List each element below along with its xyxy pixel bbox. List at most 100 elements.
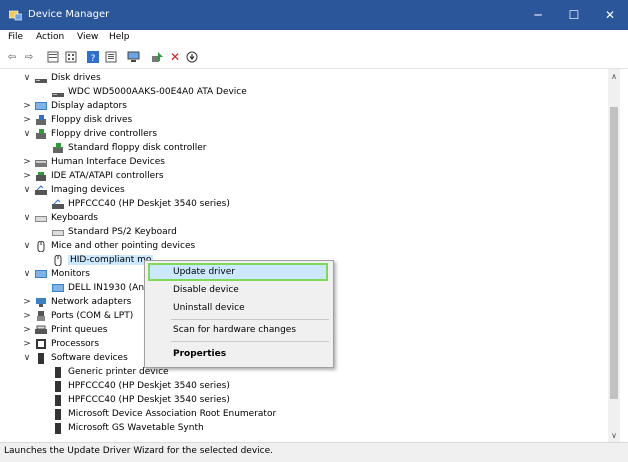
tree-item-hid-mouse[interactable]: HID-compliant mo bbox=[52, 253, 154, 267]
expand-chevron-icon[interactable]: > bbox=[22, 101, 32, 111]
imaging-device-icon bbox=[35, 184, 47, 195]
tree-item-floppy-disk-drives[interactable]: > Floppy disk drives bbox=[22, 113, 132, 127]
device-manager-icon bbox=[9, 10, 22, 21]
tree-item-wdc-disk[interactable]: WDC WD5000AAKS-00E4A0 ATA Device bbox=[52, 85, 247, 99]
keyboard-icon bbox=[52, 229, 64, 236]
tree-item-print-queues[interactable]: > Print queues bbox=[22, 323, 107, 337]
collapse-chevron-icon[interactable]: ∨ bbox=[22, 185, 32, 195]
tree-item-ms-gs-wavetable[interactable]: Microsoft GS Wavetable Synth bbox=[52, 421, 204, 435]
disk-drive-icon bbox=[52, 92, 64, 97]
collapse-chevron-icon[interactable]: ∨ bbox=[22, 129, 32, 139]
tree-item-floppy-controllers[interactable]: ∨ Floppy drive controllers bbox=[22, 127, 157, 141]
expand-chevron-icon[interactable]: > bbox=[22, 311, 32, 321]
remove-icon[interactable]: ✕ bbox=[168, 50, 182, 64]
context-menu: Update driver Disable device Uninstall d… bbox=[144, 260, 334, 368]
back-arrow-icon[interactable]: ⇦ bbox=[5, 50, 19, 64]
processor-icon bbox=[36, 338, 46, 349]
tree-item-mice[interactable]: ∨ Mice and other pointing devices bbox=[22, 239, 195, 253]
list-view-icon[interactable] bbox=[104, 50, 118, 64]
collapse-chevron-icon[interactable]: ∨ bbox=[22, 213, 32, 223]
vertical-scrollbar[interactable]: ∧ ∨ bbox=[608, 69, 620, 442]
monitor-icon bbox=[52, 283, 64, 292]
tree-item-ms-device-association[interactable]: Microsoft Device Association Root Enumer… bbox=[52, 407, 276, 421]
tree-item-monitors[interactable]: ∨ Monitors bbox=[22, 267, 90, 281]
maximize-button[interactable]: ☐ bbox=[556, 0, 592, 30]
software-device-icon bbox=[55, 380, 61, 392]
tree-item-ps2-keyboard[interactable]: Standard PS/2 Keyboard bbox=[52, 225, 177, 239]
tree-item-hid[interactable]: > Human Interface Devices bbox=[22, 155, 165, 169]
menu-view[interactable]: View bbox=[77, 32, 98, 42]
menu-item-update-driver[interactable]: Update driver bbox=[145, 263, 333, 281]
tree-item-ports[interactable]: > Ports (COM & LPT) bbox=[22, 309, 133, 323]
menu-action[interactable]: Action bbox=[36, 32, 64, 42]
download-icon[interactable] bbox=[185, 50, 199, 64]
monitor-icon bbox=[35, 269, 47, 278]
keyboard-icon bbox=[35, 215, 47, 222]
grid-view-icon[interactable] bbox=[64, 50, 78, 64]
tree-item-ide-controllers[interactable]: > IDE ATA/ATAPI controllers bbox=[22, 169, 163, 183]
floppy-controller-icon bbox=[53, 142, 63, 153]
tree-item-imaging-devices[interactable]: ∨ Imaging devices bbox=[22, 183, 125, 197]
collapse-chevron-icon[interactable]: ∨ bbox=[22, 353, 32, 363]
toolbar: ⇦ ⇨ ? ✕ bbox=[0, 46, 628, 69]
collapse-chevron-icon[interactable]: ∨ bbox=[22, 269, 32, 279]
menu-separator bbox=[171, 341, 329, 342]
tree-item-network-adapters[interactable]: > Network adapters bbox=[22, 295, 131, 309]
menu-help[interactable]: Help bbox=[109, 32, 130, 42]
scroll-up-icon[interactable]: ∧ bbox=[608, 69, 620, 83]
expand-chevron-icon[interactable]: > bbox=[22, 171, 32, 181]
tree-item-software-devices[interactable]: ∨ Software devices bbox=[22, 351, 128, 365]
status-text: Launches the Update Driver Wizard for th… bbox=[4, 446, 274, 456]
window-title: Device Manager bbox=[28, 9, 110, 20]
ide-controller-icon bbox=[36, 171, 46, 181]
network-adapter-icon bbox=[36, 297, 46, 307]
tree-item-processors[interactable]: > Processors bbox=[22, 337, 99, 351]
svg-text:?: ? bbox=[91, 54, 96, 63]
device-tree: ∨ Disk drives WDC WD5000AAKS-00E4A0 ATA D… bbox=[0, 69, 608, 442]
status-bar: Launches the Update Driver Wizard for th… bbox=[0, 442, 628, 462]
tree-item-hpfccc40-software-2[interactable]: HPFCCC40 (HP Deskjet 3540 series) bbox=[52, 393, 230, 407]
collapse-chevron-icon[interactable]: ∨ bbox=[22, 73, 32, 83]
software-device-icon bbox=[55, 366, 61, 378]
tree-item-keyboards[interactable]: ∨ Keyboards bbox=[22, 211, 98, 225]
menu-file[interactable]: File bbox=[8, 32, 23, 42]
title-bar: Device Manager ─ ☐ ✕ bbox=[0, 0, 628, 30]
help-icon[interactable]: ? bbox=[86, 50, 100, 64]
menu-bar: File Action View Help bbox=[0, 30, 628, 46]
computer-icon[interactable] bbox=[126, 50, 140, 64]
forward-arrow-icon[interactable]: ⇨ bbox=[22, 50, 36, 64]
menu-item-uninstall-device[interactable]: Uninstall device bbox=[145, 299, 333, 317]
printer-icon bbox=[35, 325, 47, 334]
tree-item-hpfccc40-imaging[interactable]: HPFCCC40 (HP Deskjet 3540 series) bbox=[52, 197, 230, 211]
add-driver-icon[interactable] bbox=[151, 50, 165, 64]
scroll-down-icon[interactable]: ∨ bbox=[608, 428, 620, 442]
expand-chevron-icon[interactable]: > bbox=[22, 157, 32, 167]
port-icon bbox=[37, 310, 45, 321]
software-device-icon bbox=[55, 408, 61, 420]
expand-chevron-icon[interactable]: > bbox=[22, 297, 32, 307]
display-adaptor-icon bbox=[35, 101, 47, 110]
menu-item-scan-hardware[interactable]: Scan for hardware changes bbox=[145, 321, 333, 339]
menu-item-disable-device[interactable]: Disable device bbox=[145, 281, 333, 299]
disk-drive-icon bbox=[35, 78, 47, 83]
expand-chevron-icon[interactable]: > bbox=[22, 115, 32, 125]
menu-separator bbox=[171, 319, 329, 320]
floppy-drive-icon bbox=[36, 114, 46, 125]
close-button[interactable]: ✕ bbox=[592, 0, 628, 30]
tree-item-dell-monitor[interactable]: DELL IN1930 (Anal bbox=[52, 281, 152, 295]
software-device-icon bbox=[38, 352, 44, 364]
mouse-icon bbox=[37, 240, 45, 252]
floppy-controller-icon bbox=[36, 128, 46, 139]
properties-icon[interactable] bbox=[46, 50, 60, 64]
scrollbar-thumb[interactable] bbox=[610, 107, 618, 399]
software-device-icon bbox=[55, 422, 61, 434]
expand-chevron-icon[interactable]: > bbox=[22, 325, 32, 335]
minimize-button[interactable]: ─ bbox=[520, 0, 556, 30]
tree-item-standard-floppy-controller[interactable]: Standard floppy disk controller bbox=[52, 141, 207, 155]
tree-item-hpfccc40-software-1[interactable]: HPFCCC40 (HP Deskjet 3540 series) bbox=[52, 379, 230, 393]
expand-chevron-icon[interactable]: > bbox=[22, 339, 32, 349]
tree-item-display-adaptors[interactable]: > Display adaptors bbox=[22, 99, 127, 113]
collapse-chevron-icon[interactable]: ∨ bbox=[22, 241, 32, 251]
tree-item-disk-drives[interactable]: ∨ Disk drives bbox=[22, 71, 101, 85]
menu-item-properties[interactable]: Properties bbox=[145, 345, 333, 363]
